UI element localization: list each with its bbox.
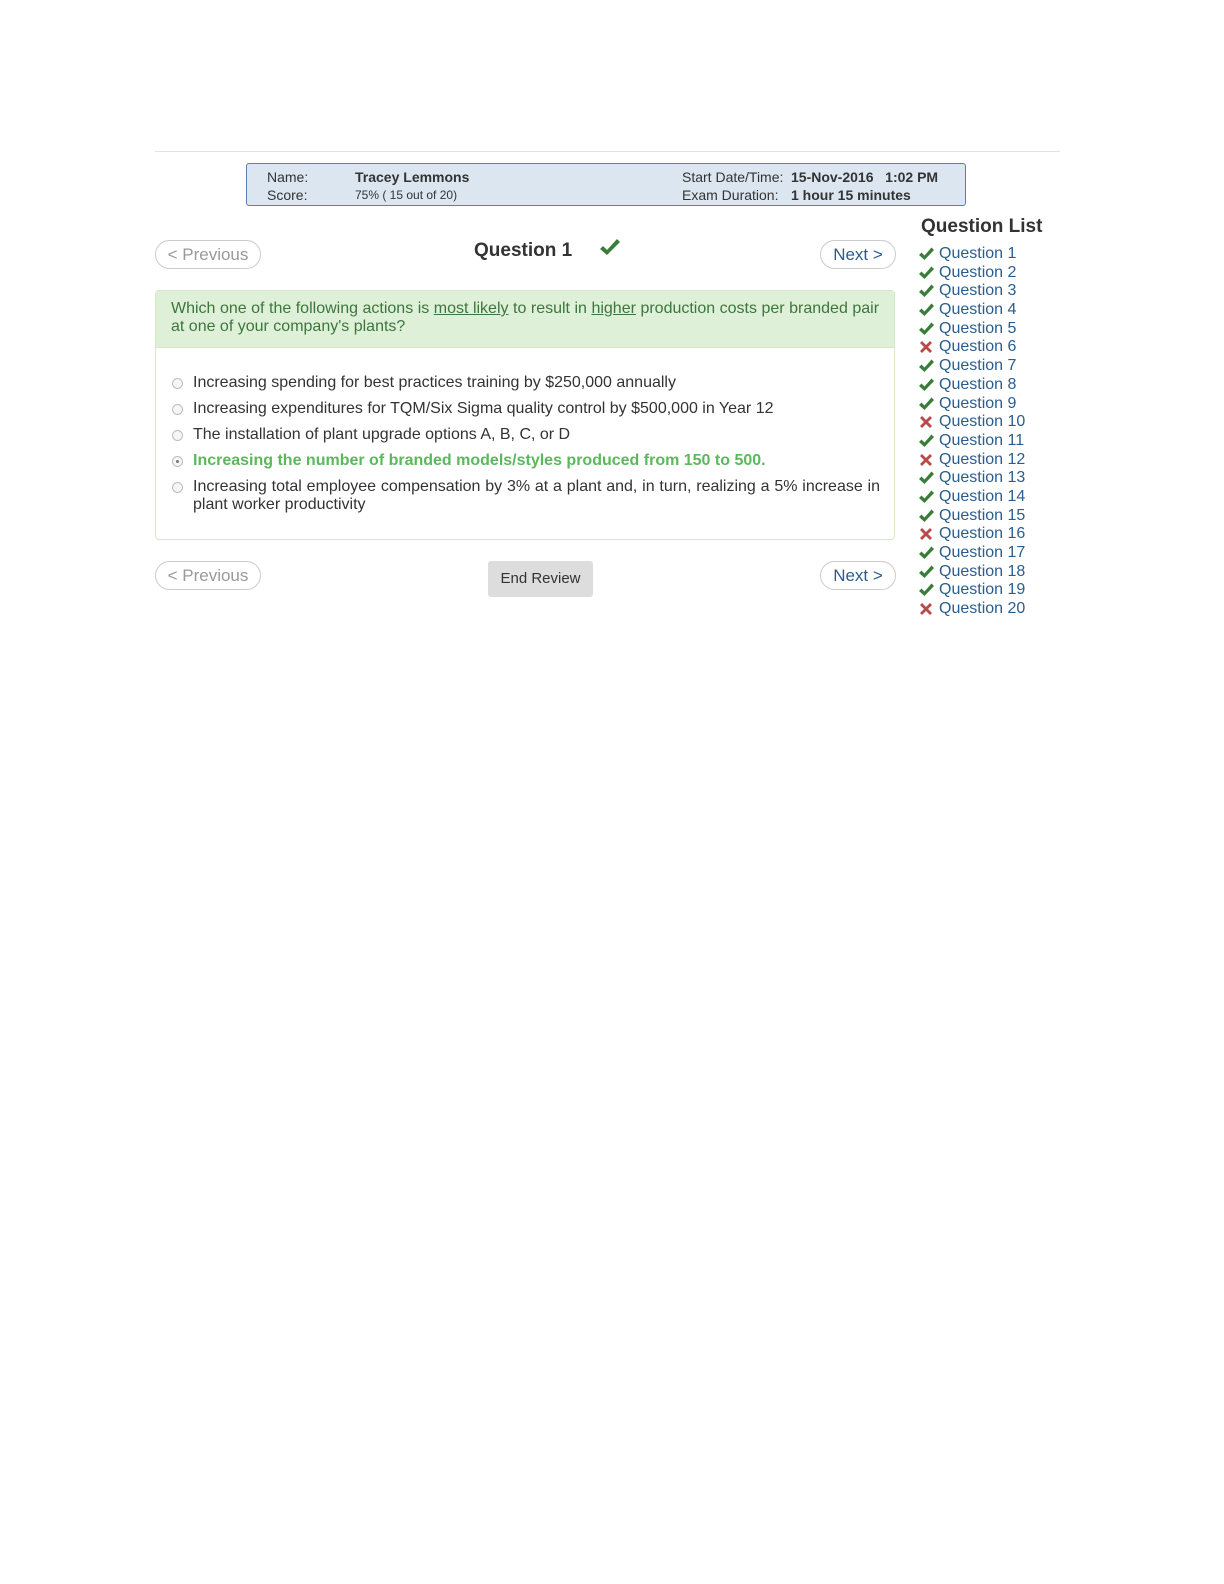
check-icon — [919, 509, 934, 522]
answer-option-selected-correct[interactable]: Increasing the number of branded models/… — [172, 452, 880, 470]
answer-option[interactable]: Increasing spending for best practices t… — [172, 374, 880, 392]
question-list-link[interactable]: Question 4 — [939, 301, 1016, 319]
question-text-part: to result in — [508, 300, 592, 317]
answer-option-label: Increasing total employee compensation b… — [193, 478, 880, 513]
question-list-link[interactable]: Question 20 — [939, 600, 1025, 618]
answer-option-label: Increasing expenditures for TQM/Six Sigm… — [193, 400, 774, 417]
check-icon — [919, 359, 934, 373]
start-datetime-value: 15-Nov-2016 1:02 PM — [791, 169, 939, 185]
cross-icon — [920, 603, 932, 616]
radio-button[interactable] — [172, 378, 183, 389]
question-list-link[interactable]: Question 6 — [939, 338, 1016, 356]
top-divider — [155, 151, 1060, 152]
score-value: 75% ( 15 out of 20) — [355, 188, 458, 202]
check-icon — [919, 490, 934, 503]
question-list-link[interactable]: Question 16 — [939, 525, 1025, 543]
question-correct-check-icon — [600, 239, 620, 255]
check-icon — [919, 565, 934, 578]
previous-button-top[interactable]: < Previous — [155, 240, 261, 269]
question-list-link[interactable]: Question 1 — [939, 245, 1016, 263]
previous-button-bottom[interactable]: < Previous — [155, 561, 261, 590]
question-list-link[interactable]: Question 10 — [939, 413, 1025, 431]
end-review-button[interactable]: End Review — [488, 561, 593, 597]
check-icon — [919, 247, 934, 260]
answer-option[interactable]: Increasing expenditures for TQM/Six Sigm… — [172, 400, 880, 418]
cross-icon — [920, 416, 932, 429]
exam-duration-value: 1 hour 15 minutes — [791, 187, 911, 203]
next-button-top[interactable]: Next > — [820, 240, 896, 269]
check-icon — [919, 322, 934, 335]
answer-option[interactable]: The installation of plant upgrade option… — [172, 426, 880, 444]
exam-info-box: Name: Tracey Lemmons Score: 75% ( 15 out… — [246, 163, 966, 206]
question-text: Which one of the following actions is mo… — [156, 291, 894, 348]
answer-option-label: Increasing the number of branded models/… — [193, 452, 766, 469]
question-list-title: Question List — [921, 216, 1043, 237]
question-list-link[interactable]: Question 3 — [939, 282, 1016, 300]
next-button-bottom[interactable]: Next > — [820, 561, 896, 590]
question-list-link[interactable]: Question 14 — [939, 488, 1025, 506]
cross-icon — [920, 528, 932, 541]
question-panel: Which one of the following actions is mo… — [155, 290, 895, 540]
question-list-link[interactable]: Question 7 — [939, 357, 1016, 375]
check-icon — [919, 266, 934, 279]
radio-button[interactable] — [172, 404, 183, 415]
radio-button-selected[interactable] — [172, 456, 183, 467]
question-text-emphasis: higher — [591, 300, 636, 317]
question-list-link[interactable]: Question 15 — [939, 507, 1025, 525]
radio-button[interactable] — [172, 482, 183, 493]
check-icon — [919, 546, 934, 559]
cross-icon — [920, 453, 932, 466]
check-icon — [919, 303, 934, 317]
question-list-link[interactable]: Question 9 — [939, 395, 1016, 413]
name-value: Tracey Lemmons — [355, 169, 470, 185]
answer-option-label: Increasing spending for best practices t… — [193, 374, 676, 391]
cross-icon — [920, 341, 932, 354]
question-list-link[interactable]: Question 13 — [939, 469, 1025, 487]
answer-option-label: The installation of plant upgrade option… — [193, 426, 571, 443]
question-list-link[interactable]: Question 2 — [939, 264, 1016, 282]
question-list-link[interactable]: Question 5 — [939, 320, 1016, 338]
start-datetime-label: Start Date/Time: — [682, 169, 784, 185]
check-icon — [919, 434, 934, 447]
question-title: Question 1 — [474, 240, 573, 261]
question-list-link[interactable]: Question 18 — [939, 563, 1025, 581]
question-list-link[interactable]: Question 17 — [939, 544, 1025, 562]
question-text-part: Which one of the following actions is — [171, 300, 434, 317]
question-list-link[interactable]: Question 12 — [939, 451, 1025, 469]
question-text-emphasis: most likely — [433, 300, 509, 317]
check-icon — [919, 583, 934, 597]
exam-duration-label: Exam Duration: — [682, 187, 779, 203]
check-icon — [919, 471, 934, 485]
radio-button[interactable] — [172, 430, 183, 441]
check-icon — [919, 397, 934, 410]
question-list-link[interactable]: Question 19 — [939, 581, 1025, 599]
answer-option[interactable]: Increasing total employee compensation b… — [172, 478, 880, 514]
check-icon — [919, 378, 934, 391]
question-list-link[interactable]: Question 8 — [939, 376, 1016, 394]
question-list-link[interactable]: Question 11 — [939, 432, 1024, 450]
score-label: Score: — [267, 187, 308, 203]
name-label: Name: — [267, 169, 309, 185]
check-icon — [919, 284, 934, 298]
